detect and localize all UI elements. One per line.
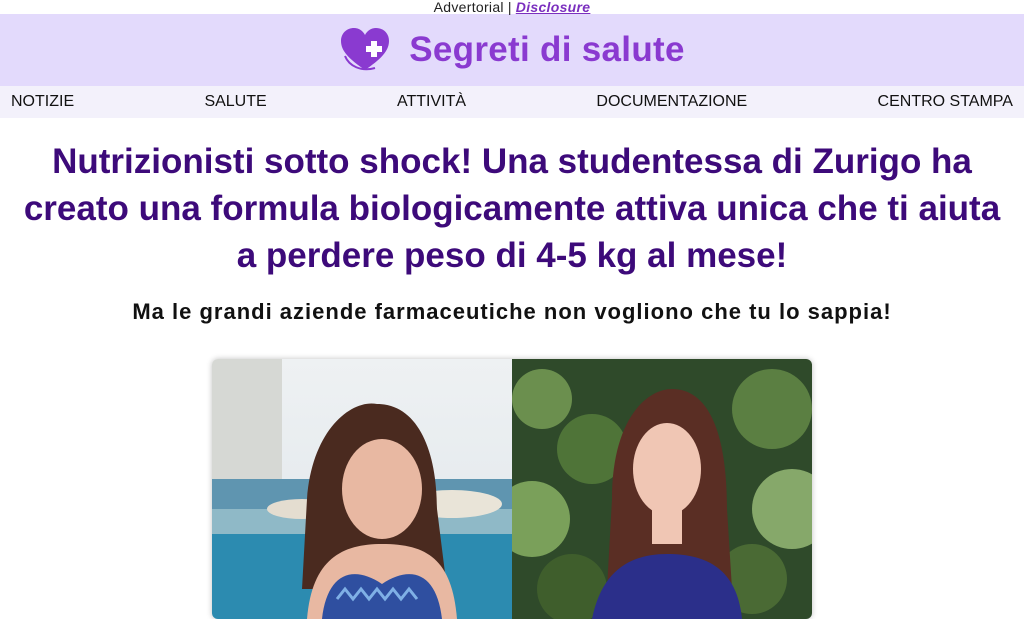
site-title[interactable]: Segreti di salute	[409, 30, 684, 70]
nav-item-centro-stampa[interactable]: CENTRO STAMPA	[878, 93, 1013, 111]
before-photo	[212, 359, 512, 619]
after-photo	[494, 359, 812, 619]
nav-item-attivita[interactable]: ATTIVITÀ	[397, 93, 466, 111]
heart-plus-icon	[341, 28, 390, 71]
nav-item-documentazione[interactable]: DOCUMENTAZIONE	[596, 93, 747, 111]
before-after-image	[212, 359, 812, 619]
site-header: Segreti di salute	[0, 14, 1024, 86]
nav-item-salute[interactable]: SALUTE	[204, 93, 266, 111]
separator: |	[507, 0, 512, 15]
article-subheadline: Ma le grandi aziende farmaceutiche non v…	[132, 299, 892, 324]
advertorial-bar: Advertorial | Disclosure	[0, 0, 1024, 14]
article-headline: Nutrizionisti sotto shock! Una studentes…	[23, 142, 1001, 275]
disclosure-link[interactable]: Disclosure	[516, 0, 591, 15]
main-nav: NOTIZIE SALUTE ATTIVITÀ DOCUMENTAZIONE C…	[0, 86, 1024, 118]
nav-item-notizie[interactable]: NOTIZIE	[11, 93, 74, 111]
advertorial-label: Advertorial	[433, 0, 504, 15]
